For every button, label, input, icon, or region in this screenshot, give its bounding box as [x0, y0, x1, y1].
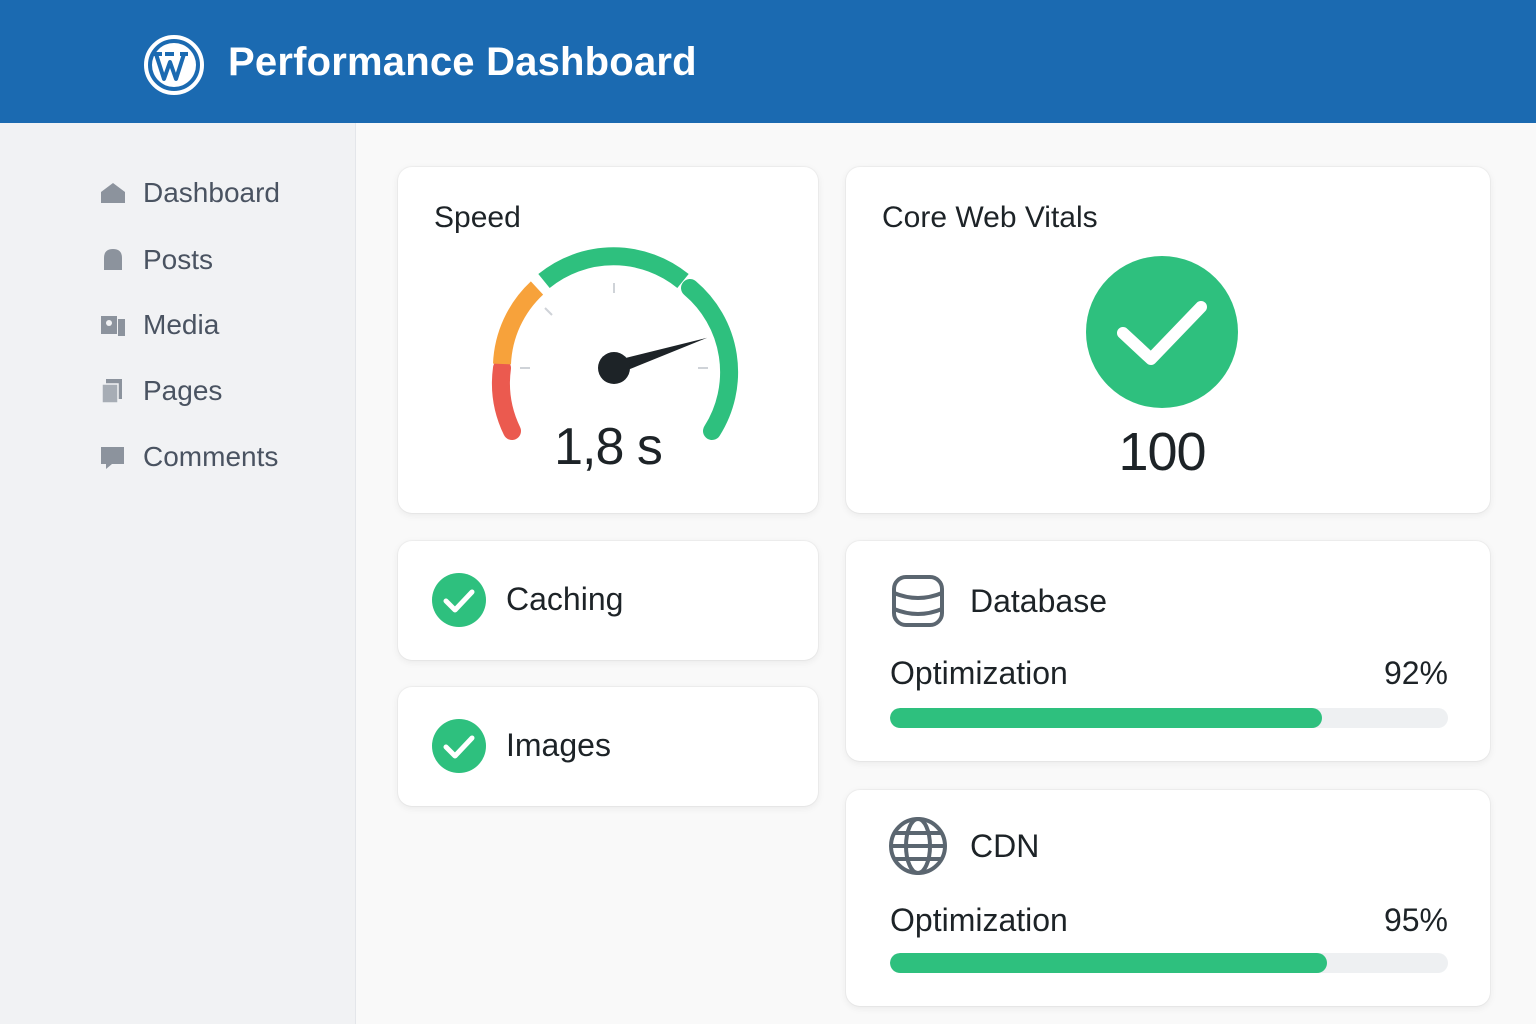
- top-bar: Performance Dashboard: [0, 0, 1536, 123]
- sidebar-item-label: Posts: [143, 244, 214, 275]
- speed-gauge: [491, 247, 739, 440]
- page-title: Performance Dashboard: [228, 40, 697, 84]
- caching-card[interactable]: Caching: [398, 541, 818, 660]
- gauge-green-segment-right: [681, 279, 739, 440]
- sidebar-item-pages[interactable]: Pages: [98, 371, 222, 411]
- core-web-vitals-card: Core Web Vitals 100: [846, 167, 1490, 513]
- sidebar-item-comments[interactable]: Comments: [98, 437, 278, 477]
- gauge-green-segment: [538, 247, 689, 289]
- globe-icon: [889, 817, 947, 875]
- sidebar-item-dashboard[interactable]: Dashboard: [98, 173, 280, 213]
- pages-icon: [98, 376, 128, 406]
- cdn-title: CDN: [970, 828, 1040, 864]
- vitals-title: Core Web Vitals: [882, 201, 1098, 234]
- sidebar-item-posts[interactable]: Posts: [98, 240, 213, 280]
- images-label: Images: [506, 727, 611, 763]
- sidebar-item-label: Dashboard: [143, 177, 280, 208]
- wordpress-icon[interactable]: [143, 34, 205, 96]
- cdn-metric-label: Optimization: [890, 902, 1068, 938]
- home-icon: [98, 178, 128, 208]
- images-card[interactable]: Images: [398, 687, 818, 806]
- database-card: Database Optimization 92%: [846, 541, 1490, 761]
- database-progress-track: [890, 708, 1448, 728]
- cdn-card: CDN Optimization 95%: [846, 790, 1490, 1006]
- sidebar-item-label: Media: [143, 309, 220, 340]
- cdn-progress-fill: [890, 953, 1327, 973]
- database-metric-value: 92%: [1383, 655, 1448, 691]
- speed-card: Speed 1,8 s: [398, 167, 818, 513]
- check-circle-icon: [432, 573, 486, 627]
- media-icon: [98, 310, 128, 340]
- cdn-metric-value: 95%: [1383, 902, 1448, 938]
- gauge-orange-segment: [493, 281, 544, 365]
- database-progress-fill: [890, 708, 1322, 728]
- database-metric-label: Optimization: [890, 655, 1068, 691]
- sidebar: Dashboard Posts Media Pages Comments: [0, 123, 356, 1024]
- database-icon: [892, 575, 944, 627]
- caching-label: Caching: [506, 581, 624, 617]
- cdn-progress-track: [890, 953, 1448, 973]
- vitals-score: 100: [1118, 422, 1206, 482]
- pin-icon: [98, 245, 128, 275]
- comment-icon: [98, 442, 128, 472]
- sidebar-item-label: Comments: [143, 441, 279, 472]
- check-circle-icon: [432, 719, 486, 773]
- gauge-hub: [598, 352, 630, 384]
- check-circle-icon: [1086, 256, 1238, 408]
- speed-value: 1,8 s: [554, 418, 663, 476]
- sidebar-item-media[interactable]: Media: [98, 305, 219, 345]
- sidebar-item-label: Pages: [143, 375, 223, 406]
- database-title: Database: [970, 583, 1107, 619]
- speed-title: Speed: [434, 201, 521, 234]
